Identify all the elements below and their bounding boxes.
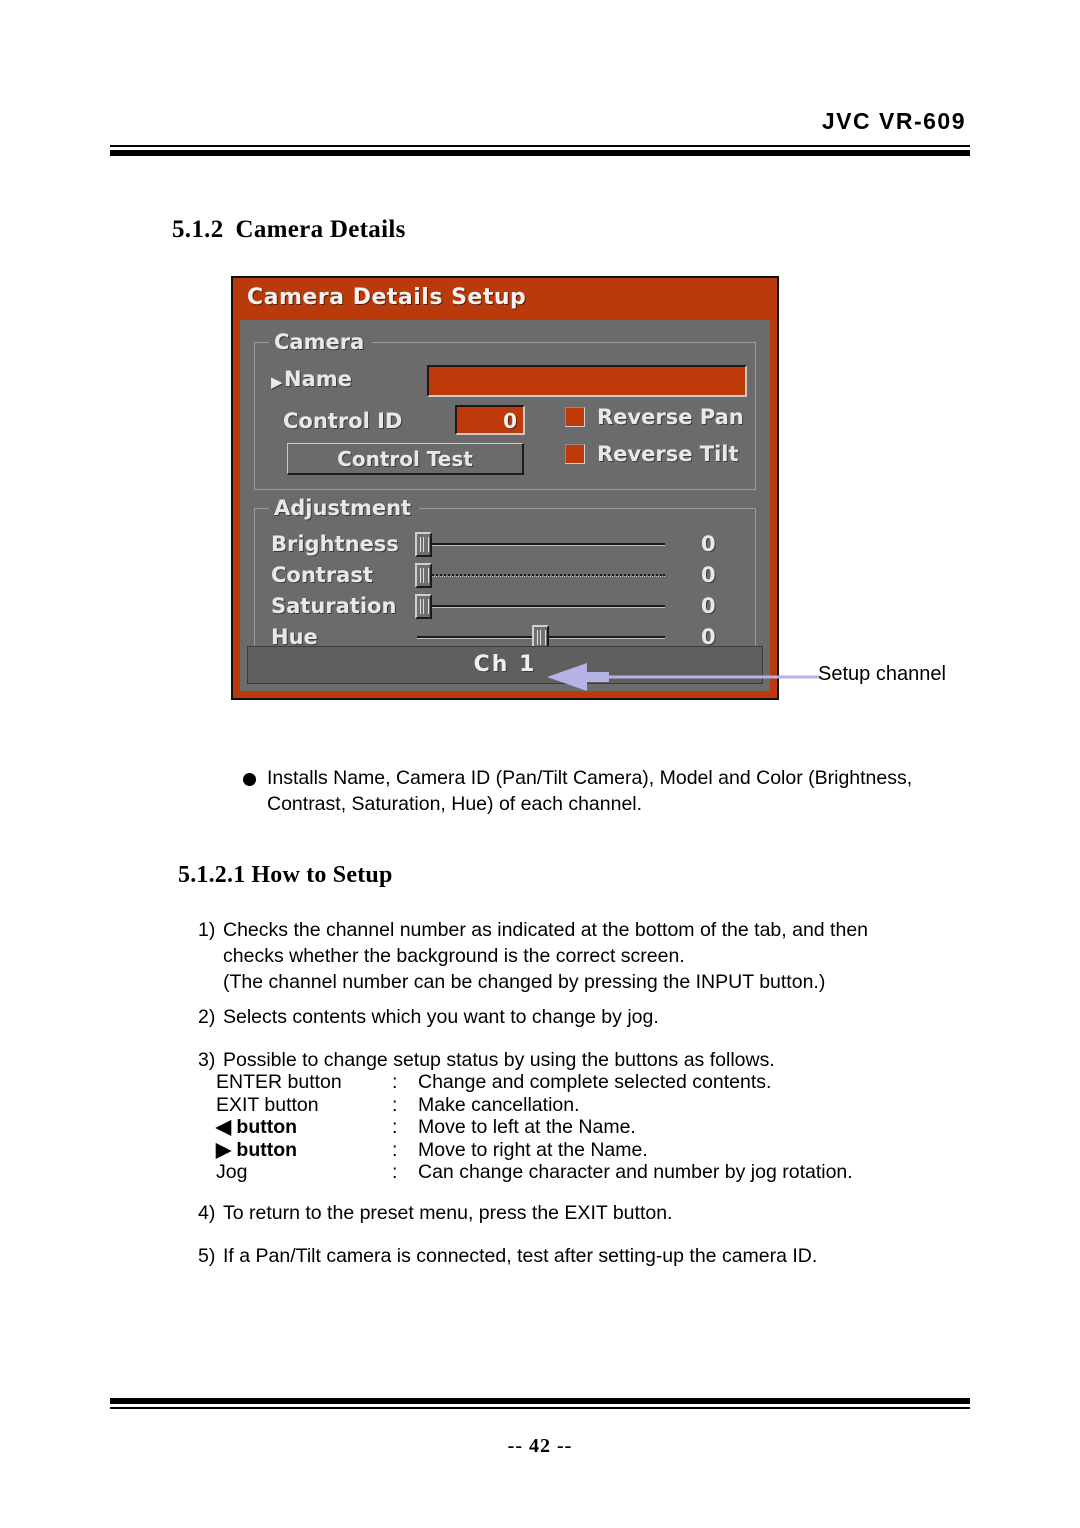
subsection-number: 5.1.2.1 [178,862,246,888]
selection-arrow-icon: ▶ [271,373,283,391]
contrast-track-line [417,574,665,577]
bullet-dot-icon [243,773,256,786]
contrast-thumb[interactable] [415,563,432,588]
key-description: Change and complete selected contents. [418,1071,772,1093]
section-heading: 5.1.2 Camera Details [172,216,406,244]
key-separator: : [392,1161,398,1183]
saturation-value: 0 [701,594,716,618]
key-separator: : [392,1071,398,1093]
bullet-paragraph: Installs Name, Camera ID (Pan/Tilt Camer… [243,765,943,817]
document-title: JVC VR-609 [821,108,966,134]
step-item: 2) Selects contents which you want to ch… [198,1004,918,1030]
brightness-track[interactable] [415,529,665,560]
table-row: ◀ button : Move to left at the Name. [216,1116,853,1139]
saturation-track[interactable] [415,591,665,622]
brightness-thumb[interactable] [415,532,432,557]
step-item: 4) To return to the preset menu, press t… [198,1200,918,1226]
key-name: ◀ button [216,1116,298,1138]
step-item: 5) If a Pan/Tilt camera is connected, te… [198,1243,918,1269]
bullet-text: Installs Name, Camera ID (Pan/Tilt Camer… [267,767,913,815]
step-item: 1) Checks the channel number as indicate… [198,917,918,995]
reverse-pan-checkbox[interactable] [565,407,585,427]
callout-arrow-icon [547,663,820,691]
channel-label: Ch 1 [473,652,537,677]
key-description: Move to right at the Name. [418,1138,648,1161]
saturation-track-line [417,605,665,608]
key-name: Jog [216,1161,248,1183]
control-test-label: Control Test [337,447,473,471]
section-title: Camera Details [235,216,406,243]
brightness-value: 0 [701,532,716,556]
key-separator: : [392,1116,398,1138]
saturation-slider-row[interactable]: Saturation 0 [255,591,755,622]
adjustment-group: Adjustment Brightness 0 Contrast 0 Satur… [254,496,756,668]
step-text: Selects contents which you want to chang… [223,1006,659,1028]
step-text: To return to the preset menu, press the … [223,1202,673,1224]
footer-rule-thin [110,1407,970,1409]
step-text: If a Pan/Tilt camera is connected, test … [223,1245,818,1267]
footer-divider [110,1398,970,1409]
table-row: EXIT button : Make cancellation. [216,1094,853,1117]
control-id-input[interactable]: 0 [455,405,525,435]
page-number: -- 42 -- [507,1435,573,1457]
key-description: Move to left at the Name. [418,1116,636,1138]
key-name: ENTER button [216,1071,342,1093]
reverse-tilt-row[interactable]: Reverse Tilt [565,442,739,466]
panel-title: Camera Details Setup [247,285,527,310]
header-rule-thick [110,150,970,156]
reverse-tilt-label: Reverse Tilt [597,442,739,466]
contrast-value: 0 [701,563,716,587]
step-marker: 5) [198,1245,216,1267]
camera-details-setup-panel: Camera Details Setup Camera ▶ Name Contr… [231,276,779,700]
key-name: EXIT button [216,1093,319,1116]
name-label: Name [284,367,352,391]
camera-group: Camera ▶ Name Control ID 0 Control Test … [254,330,756,490]
control-test-button[interactable]: Control Test [287,443,524,475]
button-function-table: ENTER button : Change and complete selec… [216,1071,853,1184]
brightness-label: Brightness [271,532,399,556]
control-id-value: 0 [503,409,517,433]
table-row: Jog : Can change character and number by… [216,1161,853,1184]
section-number: 5.1.2 [172,216,224,243]
step-marker: 4) [198,1202,216,1224]
step-text: Checks the channel number as indicated a… [223,919,869,993]
reverse-pan-row[interactable]: Reverse Pan [565,405,744,429]
adjustment-group-legend: Adjustment [269,496,420,520]
contrast-slider-row[interactable]: Contrast 0 [255,560,755,591]
key-separator: : [392,1138,398,1161]
brightness-slider-row[interactable]: Brightness 0 [255,529,755,560]
reverse-pan-label: Reverse Pan [597,405,744,429]
camera-group-legend: Camera [269,330,373,354]
key-name: ▶ button [216,1138,298,1161]
key-description: Make cancellation. [418,1093,580,1116]
page-footer: -- 42 -- [110,1398,970,1458]
step-marker: 3) [198,1049,216,1071]
reverse-tilt-checkbox[interactable] [565,444,585,464]
step-text: Possible to change setup status by using… [223,1049,775,1071]
table-row: ▶ button : Move to right at the Name. [216,1139,853,1162]
panel-body: Camera ▶ Name Control ID 0 Control Test … [240,320,770,691]
saturation-thumb[interactable] [415,594,432,619]
control-id-label: Control ID [283,409,403,433]
contrast-label: Contrast [271,563,373,587]
key-description: Can change character and number by jog r… [418,1161,853,1183]
name-input[interactable] [427,365,747,397]
subsection-title: How to Setup [251,862,393,888]
callout-label: Setup channel [818,663,946,685]
page-header: JVC VR-609 [110,108,970,156]
table-row: ENTER button : Change and complete selec… [216,1071,853,1094]
subsection-heading: 5.1.2.1 How to Setup [178,862,393,889]
panel-titlebar: Camera Details Setup [233,278,777,320]
step-marker: 2) [198,1006,216,1028]
contrast-track[interactable] [415,560,665,591]
key-separator: : [392,1093,398,1116]
brightness-track-line [417,543,665,546]
step-marker: 1) [198,919,216,941]
saturation-label: Saturation [271,594,397,618]
step-item: 3) Possible to change setup status by us… [198,1047,918,1073]
header-divider [110,145,970,156]
